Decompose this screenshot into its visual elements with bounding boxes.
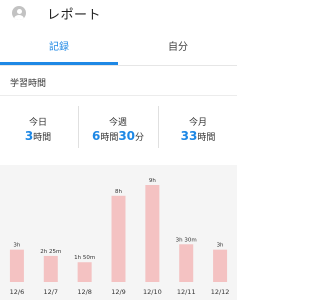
stat-hours: 33 — [180, 129, 198, 143]
chart-bar — [213, 249, 228, 282]
stat-hours-unit: 時間 — [100, 133, 119, 143]
stat-value: 3時間 — [0, 129, 76, 143]
stat-hours-unit: 時間 — [33, 133, 52, 143]
stat-hours-unit: 時間 — [197, 133, 216, 143]
study-time-chart: 3h 12/6 2h 25m 12/7 1h 50m 12/8 8h 12/9 9h 12/10 3… — [9, 178, 230, 296]
tab-record[interactable]: 記録 — [0, 36, 118, 65]
tab-self[interactable]: 自分 — [119, 36, 237, 65]
x-tick-label: 12/11 — [177, 288, 196, 296]
chart-bar — [43, 255, 58, 282]
x-tick-label: 12/6 — [10, 288, 25, 296]
x-tick-label: 12/12 — [211, 288, 230, 296]
x-tick-label: 12/9 — [111, 288, 126, 296]
divider — [78, 106, 79, 148]
bar-data-label: 3h — [13, 243, 20, 249]
chart-bar — [145, 185, 160, 282]
chart-bar — [9, 249, 24, 282]
stat-minutes: 30 — [118, 129, 136, 143]
app-header: レポート — [0, 0, 237, 32]
bar-data-label: 3h 30m — [176, 237, 197, 243]
study-time-summary: 今日 3時間 今週 6時間30分 今月 33時間 — [0, 96, 237, 154]
stat-value: 33時間 — [160, 129, 236, 143]
bar-data-label: 3h — [217, 243, 224, 249]
chart-bar — [77, 262, 92, 282]
active-tab-indicator — [0, 62, 118, 65]
x-tick-label: 12/7 — [43, 288, 58, 296]
page-title: レポート — [47, 8, 102, 23]
section-title: 学習時間 — [10, 79, 47, 89]
stat-value: 6時間30分 — [80, 129, 156, 143]
stat-hours: 3 — [24, 129, 34, 143]
stat-today: 今日 3時間 — [0, 96, 76, 154]
stat-label: 今日 — [28, 118, 47, 128]
stat-label: 今月 — [188, 118, 207, 128]
x-tick-label: 12/10 — [143, 288, 162, 296]
bar-data-label: 8h — [115, 189, 122, 195]
stat-this-week: 今週 6時間30分 — [80, 96, 156, 154]
bar-data-label: 9h — [149, 178, 156, 184]
x-tick-label: 12/8 — [77, 288, 92, 296]
bar-data-label: 1h 50m — [74, 255, 95, 261]
stat-minutes-unit: 分 — [135, 133, 145, 143]
chart-bar — [179, 244, 194, 282]
stat-label: 今週 — [108, 118, 127, 128]
chart-bar — [111, 195, 126, 282]
account-circle-icon[interactable] — [12, 6, 26, 20]
divider — [158, 106, 159, 148]
bar-data-label: 2h 25m — [40, 249, 61, 255]
stat-this-month: 今月 33時間 — [160, 96, 236, 154]
